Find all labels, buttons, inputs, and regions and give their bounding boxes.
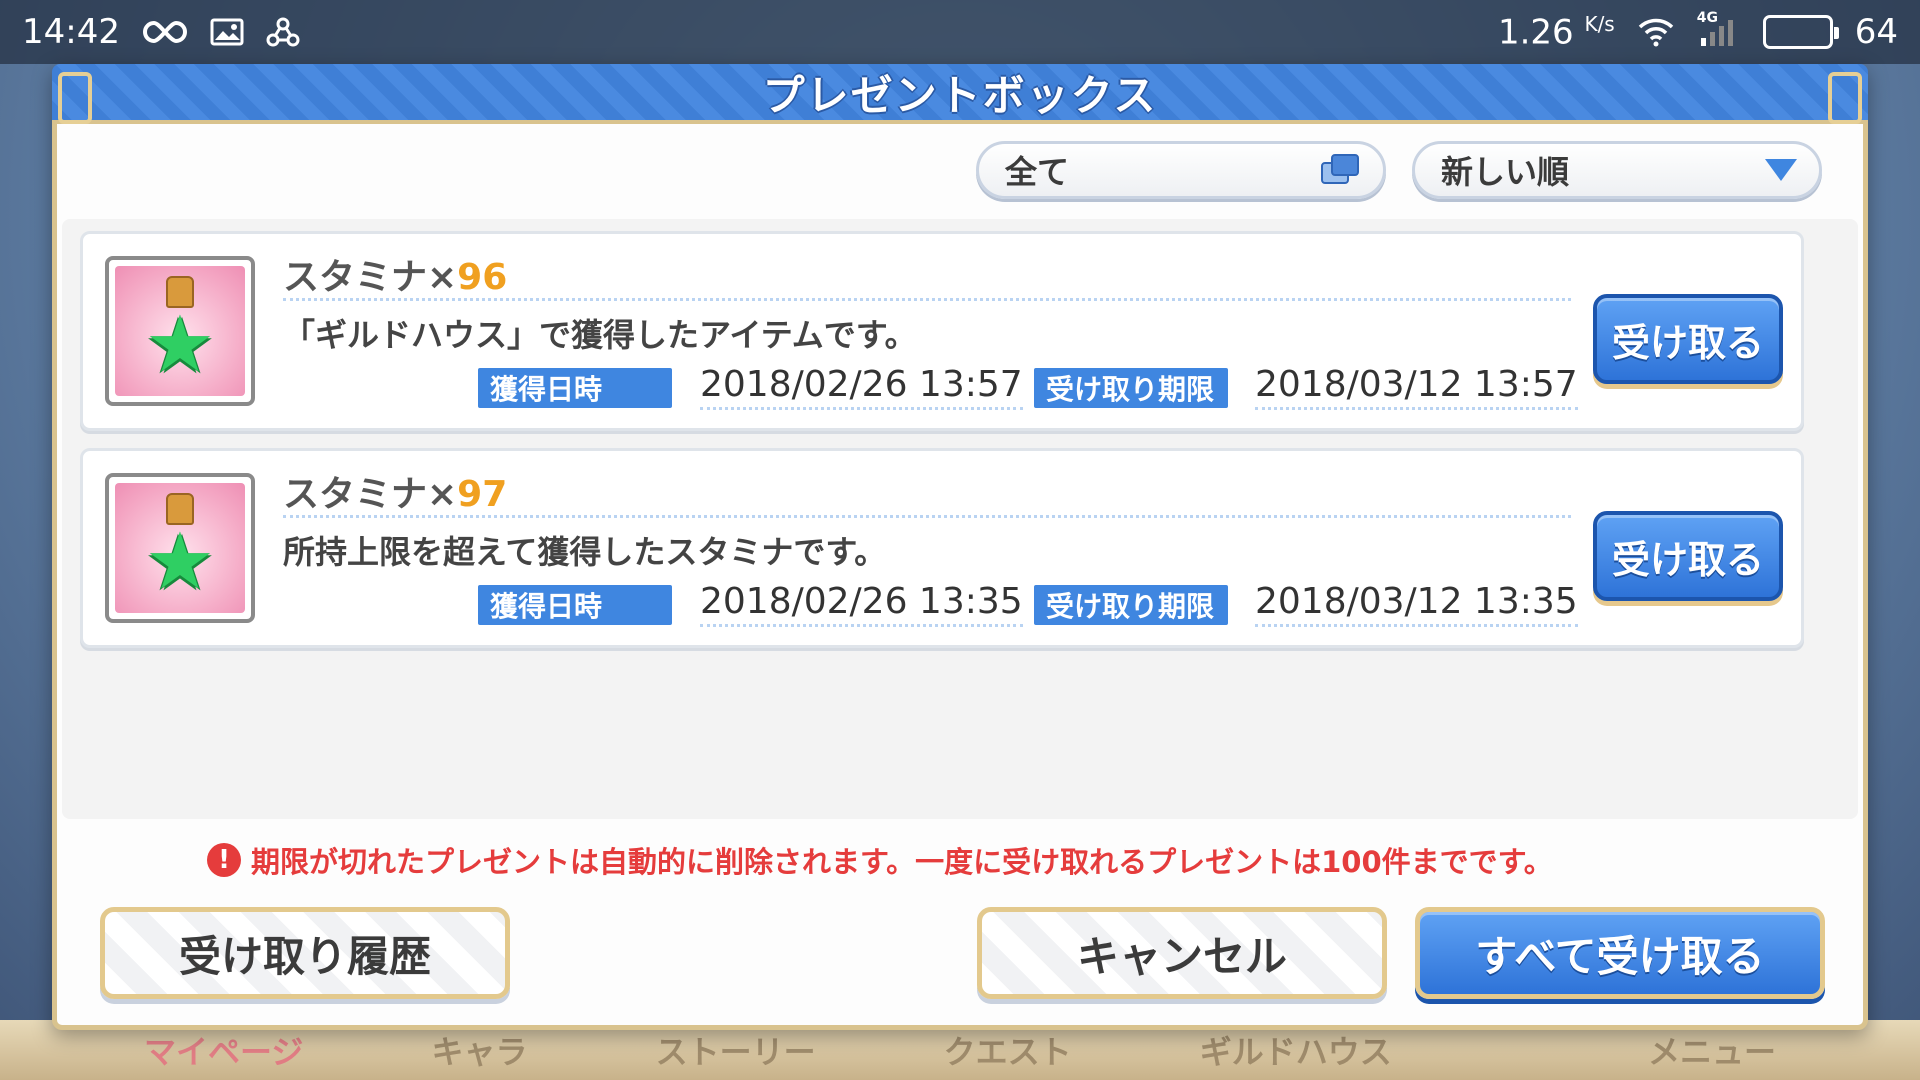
dialog-header: プレゼントボックス	[52, 64, 1868, 124]
network-speed-unit: K/s	[1584, 11, 1615, 36]
acquired-date: 2018/02/26 13:57	[700, 364, 1023, 410]
present-list[interactable]: ★ スタミナ×96 「ギルドハウス」で獲得したアイテムです。 獲得日時 2018…	[62, 219, 1858, 819]
bg-nav-character: キャラ	[431, 1033, 528, 1071]
stamina-potion-icon: ★	[105, 256, 255, 406]
status-time: 14:42	[22, 12, 120, 52]
wifi-icon	[1637, 17, 1675, 47]
expiry-label: 受け取り期限	[1034, 368, 1228, 408]
filter-type-dropdown[interactable]: 全て	[976, 141, 1386, 199]
receive-button[interactable]: 受け取る	[1593, 511, 1783, 601]
infinity-icon	[142, 19, 188, 45]
stamina-potion-icon: ★	[105, 473, 255, 623]
expiry-date: 2018/03/12 13:35	[1255, 581, 1578, 627]
network-speed: 1.26 K/s	[1497, 11, 1615, 53]
share-icon	[266, 17, 300, 47]
receive-history-button[interactable]: 受け取り履歴	[100, 907, 510, 999]
present-item: ★ スタミナ×96 「ギルドハウス」で獲得したアイテムです。 獲得日時 2018…	[80, 231, 1804, 431]
divider	[283, 298, 1571, 301]
item-name: スタミナ×97	[283, 474, 508, 515]
acquired-label: 獲得日時	[478, 368, 672, 408]
chevron-down-icon	[1765, 159, 1797, 181]
status-bar: 14:42 1.26 K/s 4G 64	[0, 0, 1920, 64]
filter-windows-icon	[1321, 154, 1361, 186]
notice-text: 期限が切れたプレゼントは自動的に削除されます。一度に受け取れるプレゼントは100…	[251, 845, 1553, 879]
bg-nav-mypage: マイページ	[144, 1033, 304, 1071]
item-name: スタミナ×96	[283, 257, 508, 298]
item-description: 所持上限を超えて獲得したスタミナです。	[283, 533, 887, 571]
present-item: ★ スタミナ×97 所持上限を超えて獲得したスタミナです。 獲得日時 2018/…	[80, 448, 1804, 648]
item-quantity: 96	[457, 257, 508, 298]
cellular-signal-icon: 4G	[1697, 10, 1741, 48]
network-type: 4G	[1696, 9, 1718, 26]
acquired-date: 2018/02/26 13:35	[700, 581, 1023, 627]
acquired-label: 獲得日時	[478, 585, 672, 625]
battery-icon	[1762, 14, 1839, 49]
receive-all-button[interactable]: すべて受け取る	[1415, 907, 1825, 999]
receive-button[interactable]: 受け取る	[1593, 294, 1783, 384]
bg-nav-quest: クエスト	[943, 1033, 1072, 1071]
image-notification-icon	[210, 18, 244, 46]
warning-icon: !	[207, 843, 241, 877]
filter-type-label: 全て	[1005, 153, 1070, 191]
cancel-button[interactable]: キャンセル	[977, 907, 1387, 999]
expiry-label: 受け取り期限	[1034, 585, 1228, 625]
sort-order-dropdown[interactable]: 新しい順	[1412, 141, 1822, 199]
dialog-title: プレゼントボックス	[762, 70, 1158, 120]
expiry-date: 2018/03/12 13:57	[1255, 364, 1578, 410]
item-description: 「ギルドハウス」で獲得したアイテムです。	[283, 316, 917, 354]
notice-message: ! 期限が切れたプレゼントは自動的に削除されます。一度に受け取れるプレゼントは1…	[207, 839, 1553, 881]
bg-nav-guildhouse: ギルドハウス	[1199, 1033, 1392, 1071]
item-quantity: 97	[457, 474, 508, 515]
battery-percent: 64	[1854, 11, 1898, 52]
present-box-dialog: プレゼントボックス 全て 新しい順 ★ スタミナ×96 「ギルドハウス」で獲得し…	[52, 64, 1868, 1030]
bg-nav-menu: メニュー	[1647, 1033, 1776, 1071]
divider	[283, 515, 1571, 518]
sort-order-label: 新しい順	[1441, 153, 1570, 191]
bg-nav-story: ストーリー	[655, 1033, 816, 1071]
